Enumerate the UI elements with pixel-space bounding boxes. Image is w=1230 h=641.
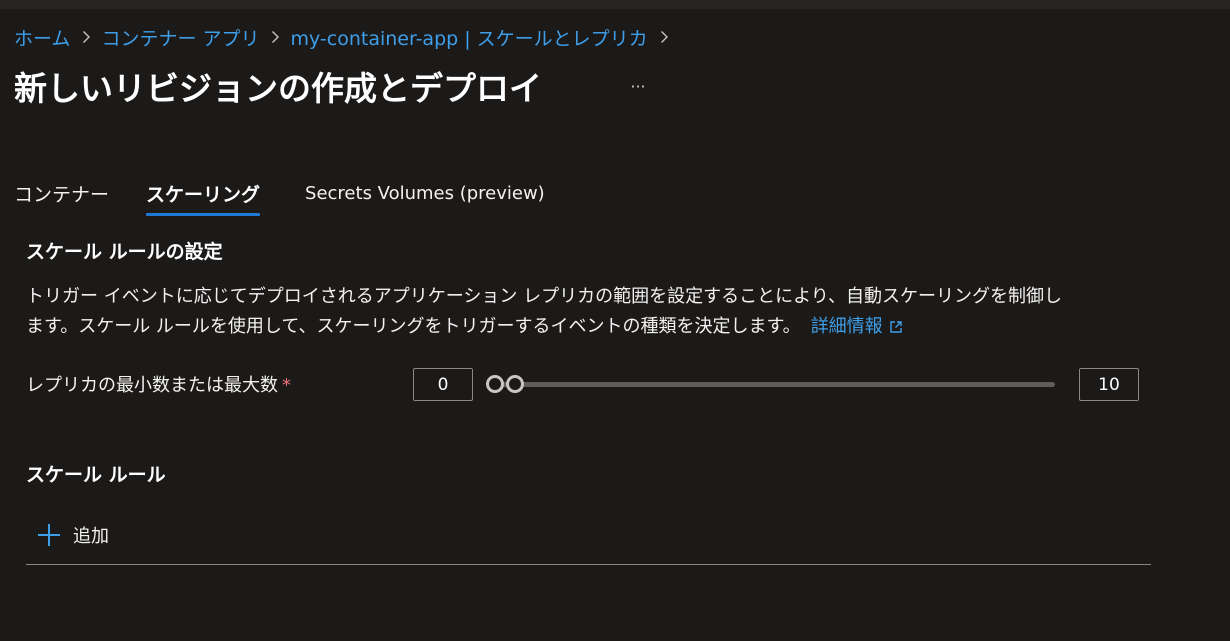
scale-settings-description: トリガー イベントに応じてデプロイされるアプリケーション レプリカの範囲を設定す… — [26, 282, 1161, 342]
top-bar — [0, 0, 1230, 9]
external-link-icon — [889, 321, 902, 333]
max-replicas-input[interactable] — [1079, 368, 1139, 401]
breadcrumb-container-apps[interactable]: コンテナー アプリ — [101, 24, 259, 51]
description-line-1: トリガー イベントに応じてデプロイされるアプリケーション レプリカの範囲を設定す… — [26, 286, 1062, 307]
tab-scaling[interactable]: スケーリング — [146, 170, 261, 216]
add-scale-rule-label: 追加 — [73, 526, 109, 547]
replica-count-label: レプリカの最小数または最大数 * — [26, 372, 291, 400]
breadcrumb-scale-and-replicas[interactable]: my-container-app | スケールとレプリカ — [290, 24, 647, 51]
tab-list: コンテナー スケーリング Secrets Volumes (preview) — [14, 170, 545, 218]
scale-settings-heading: スケール ルールの設定 — [26, 241, 223, 263]
replica-count-label-text: レプリカの最小数または最大数 — [26, 375, 278, 396]
chevron-right-icon — [82, 30, 91, 44]
add-scale-rule-button[interactable]: 追加 — [37, 521, 109, 549]
min-replicas-input[interactable] — [413, 368, 473, 401]
required-marker: * — [282, 375, 291, 396]
tab-container[interactable]: コンテナー — [14, 170, 109, 216]
slider-max-thumb[interactable] — [506, 375, 524, 393]
breadcrumb: ホーム コンテナー アプリ my-container-app | スケールとレプ… — [14, 24, 679, 50]
chevron-right-icon — [271, 30, 280, 44]
replica-range-slider-track[interactable] — [497, 382, 1055, 387]
slider-min-thumb[interactable] — [486, 375, 504, 393]
page-title: 新しいリビジョンの作成とデプロイ — [14, 69, 542, 108]
tab-secrets-volumes[interactable]: Secrets Volumes (preview) — [305, 170, 545, 216]
learn-more-link[interactable]: 詳細情報 — [811, 316, 903, 337]
more-options-button[interactable]: ··· — [624, 72, 652, 100]
learn-more-label: 詳細情報 — [810, 316, 883, 337]
chevron-right-icon — [660, 30, 669, 44]
scale-rules-divider — [26, 564, 1151, 565]
plus-icon — [38, 524, 60, 546]
description-line-2: ます。スケール ルールを使用して、スケーリングをトリガーするイベントの種類を決定… — [26, 316, 801, 337]
scale-rules-heading: スケール ルール — [26, 464, 166, 486]
breadcrumb-home[interactable]: ホーム — [14, 24, 70, 51]
